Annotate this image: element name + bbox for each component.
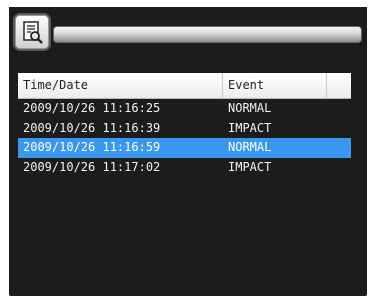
cell-event: IMPACT (228, 120, 272, 135)
table-row-selected[interactable]: 2009/10/26 11:16:59 NORMAL (18, 138, 351, 158)
cell-time-date: 2009/10/26 11:16:39 (23, 120, 161, 135)
toolbar (9, 7, 367, 63)
column-header-event[interactable]: Event (223, 73, 327, 98)
event-log-panel: Time/Date Event 2009/10/26 11:16:25 NORM… (9, 7, 367, 296)
document-search-icon (23, 21, 43, 44)
toolbar-bar (53, 26, 362, 43)
table-header: Time/Date Event (18, 73, 351, 99)
event-table: Time/Date Event 2009/10/26 11:16:25 NORM… (18, 73, 351, 177)
cell-time-date: 2009/10/26 11:16:25 (23, 101, 161, 115)
cell-event: NORMAL (228, 140, 272, 154)
cell-time-date: 2009/10/26 11:17:02 (23, 159, 161, 174)
cell-event: NORMAL (228, 101, 272, 115)
search-log-button[interactable] (13, 13, 51, 51)
table-row[interactable]: 2009/10/26 11:16:39 IMPACT (18, 119, 351, 139)
table-body: 2009/10/26 11:16:25 NORMAL 2009/10/26 11… (9, 99, 371, 177)
table-row[interactable]: 2009/10/26 11:17:02 IMPACT (18, 158, 351, 178)
column-header-time-date[interactable]: Time/Date (18, 73, 223, 98)
cell-event: IMPACT (228, 159, 272, 174)
cell-time-date: 2009/10/26 11:16:59 (23, 140, 161, 154)
column-header-extra[interactable] (327, 73, 351, 98)
table-row[interactable]: 2009/10/26 11:16:25 NORMAL (18, 99, 351, 119)
